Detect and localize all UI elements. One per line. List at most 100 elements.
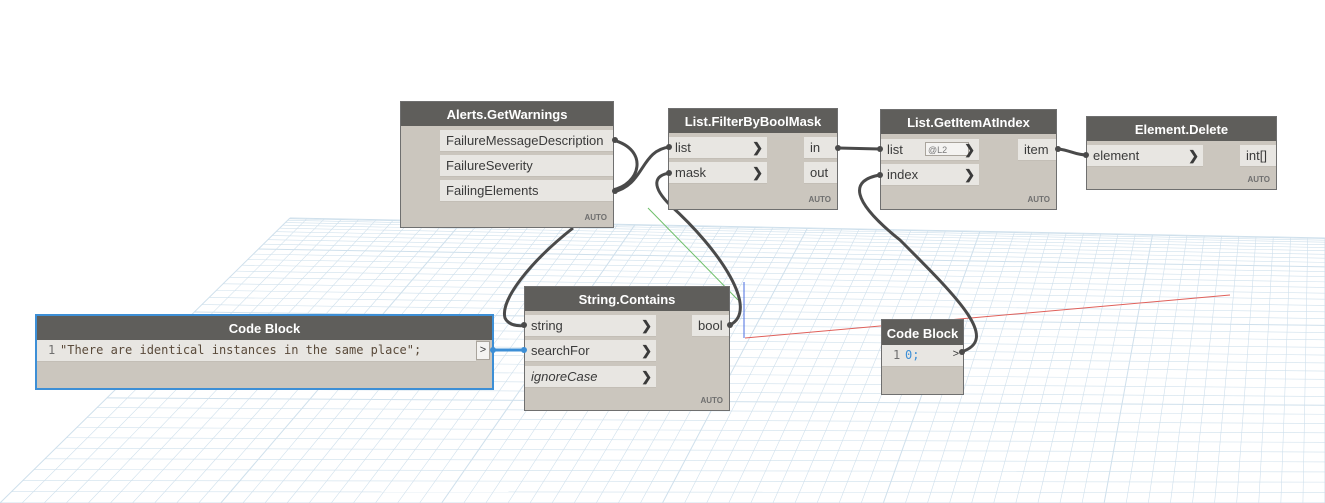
port-label: string: [531, 318, 563, 333]
grid-line: [1302, 237, 1309, 503]
node-title: List.GetItemAtIndex: [881, 110, 1056, 134]
connector-dot: [612, 137, 618, 143]
node-code-block-string[interactable]: Code Block 1 "There are identical instan…: [35, 314, 494, 390]
output-port-int-array[interactable]: int[]: [1240, 145, 1276, 167]
connector-dot: [727, 322, 733, 328]
port-label: list: [675, 140, 691, 155]
chevron-right-icon: ❯: [964, 167, 975, 182]
wire-in-to-list: [837, 146, 881, 151]
connector-dot: [666, 170, 672, 176]
connector-dot: [1083, 152, 1089, 158]
grid-line: [1103, 234, 1153, 503]
lacing-auto-label: AUTO: [808, 195, 831, 204]
node-title: Element.Delete: [1087, 117, 1276, 141]
connector-dot: [959, 349, 965, 355]
port-label: element: [1093, 148, 1140, 163]
output-port-failure-severity[interactable]: FailureSeverity: [440, 155, 613, 177]
grid-line: [209, 297, 1325, 313]
port-label: searchFor: [531, 343, 590, 358]
code-editor[interactable]: 1 0; >: [882, 345, 963, 367]
input-port-element[interactable]: element ❯: [1087, 145, 1203, 167]
lacing-auto-label: AUTO: [1027, 195, 1050, 204]
connector-dot: [490, 347, 496, 353]
input-port-searchfor[interactable]: searchFor ❯: [525, 340, 656, 362]
code-editor[interactable]: 1 "There are identical instances in the …: [37, 340, 476, 362]
node-title: Alerts.GetWarnings: [401, 102, 613, 126]
chevron-right-icon: >: [479, 344, 487, 356]
grid-line: [1125, 234, 1171, 503]
grid-line: [279, 227, 1325, 248]
node-element-delete[interactable]: Element.Delete element ❯ int[] AUTO: [1086, 116, 1277, 190]
grid-line: [1015, 233, 1084, 503]
node-list-filterbyboolmask[interactable]: List.FilterByBoolMask list ❯ mask ❯ in o…: [668, 108, 838, 210]
output-port-failing-elements[interactable]: FailingElements: [440, 180, 613, 202]
output-port-failure-message-description[interactable]: FailureMessageDescription: [440, 130, 613, 152]
grid-line: [267, 239, 1325, 259]
lacing-auto-label: AUTO: [584, 213, 607, 222]
grid-line: [263, 243, 1325, 263]
grid-line: [1258, 236, 1274, 503]
input-port-ignorecase[interactable]: ignoreCase ❯: [525, 366, 656, 388]
output-port-bool[interactable]: bool: [692, 315, 729, 337]
line-number: 1: [48, 343, 56, 357]
connector-dot: [835, 145, 841, 151]
output-port-out[interactable]: out: [804, 162, 837, 184]
connector-dot: [521, 347, 527, 353]
input-port-string[interactable]: string ❯: [525, 315, 656, 337]
grid-line: [216, 290, 1325, 306]
connector-dot: [877, 172, 883, 178]
port-label: index: [887, 167, 919, 182]
input-port-list[interactable]: list ❯: [669, 137, 767, 159]
grid-line: [993, 232, 1067, 503]
list-level-spinner[interactable]: @L2: [925, 142, 969, 156]
node-title: List.FilterByBoolMask: [669, 109, 837, 133]
node-title: Code Block: [37, 316, 492, 340]
node-list-getitematindex[interactable]: List.GetItemAtIndex list @L2 ❯ index ❯ i…: [880, 109, 1057, 210]
grid-line: [1236, 236, 1257, 503]
grid-line: [229, 277, 1325, 294]
output-port-item[interactable]: item: [1018, 139, 1056, 161]
node-alerts-getwarnings[interactable]: Alerts.GetWarnings FailureMessageDescrip…: [400, 101, 614, 228]
port-label: mask: [675, 165, 707, 180]
input-port-list[interactable]: list @L2 ❯: [881, 139, 979, 161]
connector-dot: [666, 144, 672, 150]
connector-dot: [521, 322, 527, 328]
chevron-right-icon[interactable]: >: [953, 348, 959, 360]
connector-dot: [612, 188, 618, 194]
node-title: Code Block: [882, 320, 963, 346]
connector-dot: [1055, 146, 1061, 152]
port-label: list: [887, 142, 903, 157]
code-text[interactable]: 0;: [905, 348, 919, 362]
grid-line: [1059, 233, 1119, 503]
code-text[interactable]: "There are identical instances in the sa…: [60, 343, 421, 357]
chevron-right-icon: ❯: [752, 140, 763, 155]
grid-line: [87, 417, 1325, 424]
grid-line: [1037, 233, 1102, 503]
chevron-right-icon: ❯: [964, 142, 975, 157]
node-string-contains[interactable]: String.Contains string ❯ searchFor ❯ ign…: [524, 286, 730, 411]
chevron-right-icon: ❯: [1188, 148, 1199, 163]
grid-line: [1192, 235, 1222, 503]
grid-line: [1148, 235, 1188, 503]
wire-description-to-string: [611, 138, 639, 192]
output-port[interactable]: >: [476, 341, 490, 360]
workspace-canvas[interactable]: [0, 0, 1325, 503]
node-code-block-index[interactable]: Code Block 1 0; >: [881, 319, 964, 395]
lacing-auto-label: AUTO: [1247, 175, 1270, 184]
chevron-right-icon: ❯: [641, 369, 652, 384]
chevron-right-icon: ❯: [641, 343, 652, 358]
grid-line: [1081, 234, 1136, 503]
lacing-auto-label: AUTO: [700, 396, 723, 405]
chevron-right-icon: ❯: [641, 318, 652, 333]
grid-line: [1170, 235, 1205, 503]
node-title: String.Contains: [525, 287, 729, 311]
input-port-index[interactable]: index ❯: [881, 164, 979, 186]
output-port-in[interactable]: in: [804, 137, 837, 159]
chevron-right-icon: ❯: [752, 165, 763, 180]
connector-dot: [877, 146, 883, 152]
grid-line: [253, 253, 1325, 272]
input-port-mask[interactable]: mask ❯: [669, 162, 767, 184]
grid-line: [1280, 237, 1291, 503]
grid-line: [223, 283, 1325, 300]
line-number: 1: [893, 348, 901, 362]
